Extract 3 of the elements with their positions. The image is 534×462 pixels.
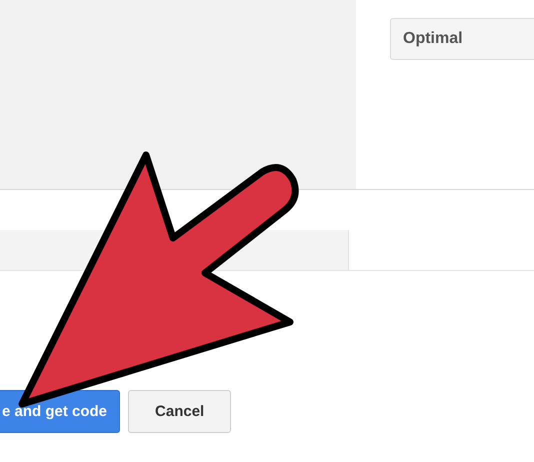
save-button[interactable]: e and get code [0, 390, 120, 433]
cancel-button[interactable]: Cancel [128, 390, 232, 433]
font-select[interactable]: Optimal [390, 18, 534, 60]
